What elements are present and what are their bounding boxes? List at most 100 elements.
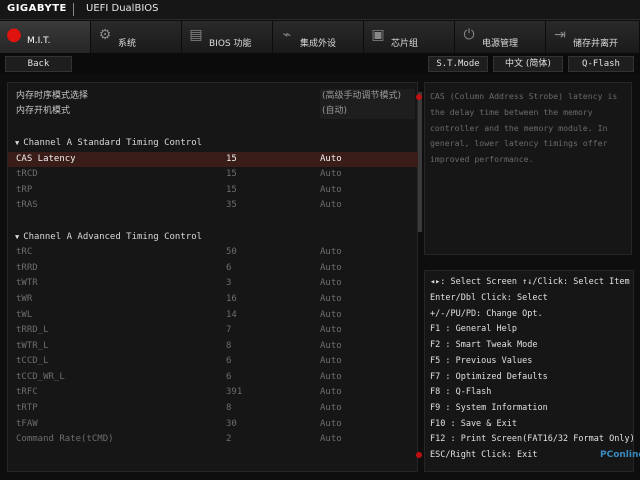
table-row[interactable]: CAS Latency 15 Auto <box>8 152 419 167</box>
st-mode-button[interactable]: S.T.Mode <box>428 56 488 72</box>
setting-name: tCCD_WR_L <box>16 372 65 382</box>
key-hint: F10 : Save & Exit <box>430 419 517 429</box>
table-row[interactable]: tWTR_L 8 Auto <box>8 339 419 354</box>
watermark-logo: PConline <box>600 450 640 460</box>
table-row[interactable]: tCCD_L 6 Auto <box>8 354 419 369</box>
triangle-down-icon: ▼ <box>15 233 20 241</box>
tab-peripherals[interactable]: ⌁ 集成外设 <box>273 21 364 53</box>
setting-value: 8 <box>226 341 232 351</box>
setting-mode: Auto <box>320 294 342 304</box>
setting-name: tFAW <box>16 419 38 429</box>
language-button[interactable]: 中文 (简体) <box>493 56 563 72</box>
setting-mode: Auto <box>320 169 342 179</box>
key-hint: +/-/PU/PD: Change Opt. <box>430 309 543 319</box>
tab-power[interactable]: ⏻ 电源管理 <box>455 21 546 53</box>
table-row[interactable]: tWR 16 Auto <box>8 292 419 307</box>
setting-value: 14 <box>226 310 237 320</box>
setting-mode: (自动) <box>320 104 415 119</box>
setting-name: tRRD <box>16 263 38 273</box>
setting-value: 15 <box>226 154 237 164</box>
key-hint: F12 : Print Screen(FAT16/32 Format Only) <box>430 434 635 444</box>
table-row[interactable]: Command Rate(tCMD) 2 Auto <box>8 432 419 447</box>
setting-mode: Auto <box>320 356 342 366</box>
bios-icon: ▤ <box>189 27 203 43</box>
mode-row[interactable]: 内存开机模式 (自动) <box>8 104 419 119</box>
setting-mode: Auto <box>320 154 342 164</box>
setting-name: tRAS <box>16 200 38 210</box>
help-panel: CAS (Column Address Strobe) latency is t… <box>424 82 632 255</box>
setting-mode: Auto <box>320 403 342 413</box>
section-header-standard[interactable]: ▼ Channel A Standard Timing Control <box>15 136 202 151</box>
key-hint: ESC/Right Click: Exit <box>430 450 538 460</box>
setting-value: 6 <box>226 263 232 273</box>
triangle-down-icon: ▼ <box>15 139 20 147</box>
brand-separator <box>73 3 74 16</box>
section-title: Channel A Standard Timing Control <box>23 138 203 148</box>
setting-mode: Auto <box>320 434 342 444</box>
tab-bios-features[interactable]: ▤ BIOS 功能 <box>182 21 273 53</box>
setting-value: 7 <box>226 325 232 335</box>
table-row[interactable]: tWTR 3 Auto <box>8 276 419 291</box>
setting-value: 16 <box>226 294 237 304</box>
settings-panel: 内存时序模式选择 (高级手动调节模式) 内存开机模式 (自动) ▼ Channel… <box>7 82 419 472</box>
setting-mode: Auto <box>320 341 342 351</box>
setting-name: tWTR_L <box>16 341 49 351</box>
setting-name: tWTR <box>16 278 38 288</box>
product-name: UEFI DualBIOS <box>86 3 159 14</box>
table-row[interactable]: tRAS 35 Auto <box>8 198 419 213</box>
setting-name: tRP <box>16 185 33 195</box>
setting-mode: Auto <box>320 185 342 195</box>
setting-name: tWR <box>16 294 33 304</box>
key-hint: Enter/Dbl Click: Select <box>430 293 548 303</box>
setting-mode: Auto <box>320 419 342 429</box>
setting-name: CAS Latency <box>16 154 76 164</box>
setting-name: tWL <box>16 310 33 320</box>
tab-chipset[interactable]: ▣ 芯片组 <box>364 21 455 53</box>
mit-icon: ● <box>6 24 22 45</box>
tab-label: 系统 <box>118 39 137 49</box>
setting-value: 3 <box>226 278 232 288</box>
section-title: Channel A Advanced Timing Control <box>23 232 203 242</box>
tab-label: M.I.T. <box>27 36 51 46</box>
table-row[interactable]: tWL 14 Auto <box>8 308 419 323</box>
sub-toolbar: Back S.T.Mode 中文 (简体) Q-Flash <box>0 53 640 74</box>
help-text: CAS (Column Address Strobe) latency is t… <box>430 91 618 165</box>
key-hint: F8 : Q-Flash <box>430 387 492 397</box>
table-row[interactable]: tRRD 6 Auto <box>8 261 419 276</box>
exit-icon: ⇥ <box>554 27 566 43</box>
table-row[interactable]: tRTP 8 Auto <box>8 401 419 416</box>
brand-logo: GIGABYTE <box>7 3 67 14</box>
key-hint: ◂▸: Select Screen ↑↓/Click: Select Item <box>430 277 630 287</box>
key-hint: F9 : System Information <box>430 403 548 413</box>
table-row[interactable]: tRCD 15 Auto <box>8 167 419 182</box>
table-row[interactable]: tRC 50 Auto <box>8 245 419 260</box>
setting-name: 内存时序模式选择 <box>16 91 89 101</box>
setting-name: 内存开机模式 <box>16 106 71 116</box>
tab-save-exit[interactable]: ⇥ 储存并离开 <box>546 21 640 53</box>
qflash-button[interactable]: Q-Flash <box>568 56 634 72</box>
chipset-icon: ▣ <box>371 27 385 43</box>
tab-label: 芯片组 <box>391 39 419 49</box>
section-header-advanced[interactable]: ▼ Channel A Advanced Timing Control <box>15 230 202 245</box>
mode-row[interactable]: 内存时序模式选择 (高级手动调节模式) <box>8 89 419 104</box>
setting-mode: Auto <box>320 263 342 273</box>
table-row[interactable]: tRP 15 Auto <box>8 183 419 198</box>
table-row[interactable]: tFAW 30 Auto <box>8 417 419 432</box>
setting-name: tRC <box>16 247 33 257</box>
back-button[interactable]: Back <box>5 56 72 72</box>
tab-mit[interactable]: ● M.I.T. <box>0 21 91 53</box>
red-dot-icon <box>416 452 422 458</box>
scrollbar[interactable] <box>418 92 422 232</box>
top-header: GIGABYTE UEFI DualBIOS <box>0 0 640 20</box>
table-row[interactable]: tCCD_WR_L 6 Auto <box>8 370 419 385</box>
tab-system[interactable]: ⚙ 系统 <box>91 21 182 53</box>
table-row[interactable]: tRFC 391 Auto <box>8 385 419 400</box>
setting-mode: Auto <box>320 387 342 397</box>
table-row[interactable]: tRRD_L 7 Auto <box>8 323 419 338</box>
setting-value: 391 <box>226 387 243 397</box>
setting-name: tCCD_L <box>16 356 49 366</box>
key-hint: F7 : Optimized Defaults <box>430 372 548 382</box>
peripherals-icon: ⌁ <box>282 27 292 43</box>
setting-value: 15 <box>226 185 237 195</box>
setting-value: 2 <box>226 434 232 444</box>
